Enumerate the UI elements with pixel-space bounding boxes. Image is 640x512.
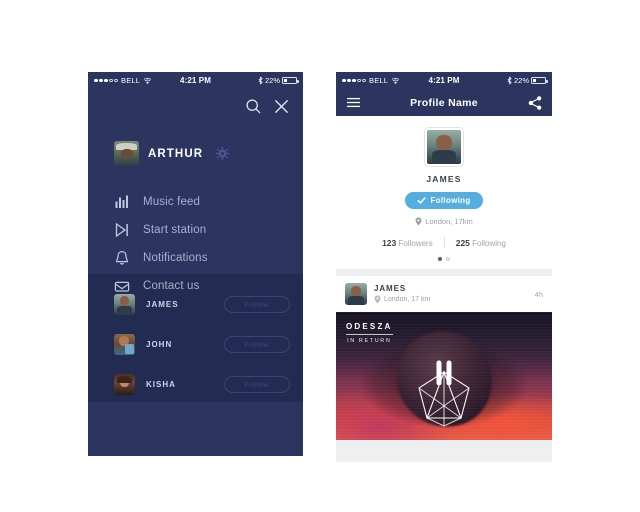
- battery-icon: [531, 76, 548, 85]
- status-bar-right: BELL 4:21 PM 22%: [336, 72, 552, 89]
- section-gutter: [336, 269, 552, 276]
- avatar-kisha: [114, 373, 135, 395]
- status-right-group: 22%: [258, 76, 299, 85]
- bluetooth-icon: [258, 76, 263, 85]
- skip-next-icon: [115, 222, 128, 238]
- stat-following-label: Following: [472, 238, 506, 248]
- close-icon[interactable]: [273, 98, 290, 115]
- share-icon[interactable]: [528, 95, 542, 110]
- profile-location-label: London, 17km: [425, 217, 473, 226]
- navigation-bar: Profile Name: [336, 89, 552, 116]
- status-bar-left: BELL 4:21 PM 22%: [88, 72, 303, 89]
- battery-percent-label: 22%: [264, 76, 280, 85]
- bell-icon: [116, 251, 128, 265]
- album-artist: ODESZA: [346, 322, 393, 331]
- menu-item-label: Music feed: [143, 196, 201, 208]
- map-pin-icon: [415, 217, 422, 226]
- menu-item-start-station[interactable]: Start station: [114, 216, 303, 244]
- envelope-icon: [114, 281, 130, 292]
- menu-item-label: Contact us: [143, 280, 200, 292]
- equalizer-icon: [115, 195, 128, 208]
- following-button-label: Following: [430, 196, 471, 205]
- screenshot-canvas: BELL 4:21 PM 22% ARTHUR Music feed Start…: [0, 0, 640, 512]
- avatar-james: [425, 128, 463, 166]
- stat-followers-label: Followers: [398, 238, 433, 248]
- profile-stats: 123 Followers 225 Following: [336, 237, 552, 248]
- album-title: IN RETURN: [347, 337, 392, 344]
- post-location: London, 17 km: [374, 295, 430, 304]
- follow-button[interactable]: Follow: [224, 335, 290, 353]
- menu-item-notifications[interactable]: Notifications: [114, 244, 303, 272]
- pagination-dot-active[interactable]: [438, 257, 442, 261]
- carousel-pagination[interactable]: [336, 257, 552, 261]
- drawer-user-name: ARTHUR: [148, 147, 204, 160]
- pagination-dot[interactable]: [446, 257, 450, 261]
- avatar-james: [114, 293, 135, 315]
- friend-name: JAMES: [146, 299, 179, 309]
- follow-button[interactable]: Follow: [224, 375, 290, 393]
- status-right-group: 22%: [507, 76, 548, 85]
- bluetooth-icon: [507, 76, 512, 85]
- stat-following-value: 225: [455, 237, 470, 248]
- stat-followers[interactable]: 123 Followers: [371, 238, 444, 248]
- album-artwork[interactable]: ODESZA IN RETURN: [336, 312, 552, 440]
- stat-following[interactable]: 225 Following: [445, 238, 517, 248]
- feed-post: JAMES London, 17 km 4h ODESZA IN RETURN: [336, 276, 552, 440]
- profile-card: JAMES Following London, 17km 123 Followe…: [336, 116, 552, 269]
- friend-list-item[interactable]: KISHA Follow: [88, 364, 303, 404]
- search-icon[interactable]: [245, 98, 262, 115]
- avatar-john: [114, 333, 135, 355]
- drawer-top-section: ARTHUR Music feed Start station Notifica…: [88, 89, 303, 292]
- avatar-james[interactable]: [345, 283, 367, 305]
- menu-item-contact-us[interactable]: Contact us: [114, 272, 303, 300]
- check-icon: [417, 197, 426, 204]
- map-pin-icon: [374, 295, 381, 304]
- drawer-user-row[interactable]: ARTHUR: [88, 123, 303, 166]
- post-meta: JAMES London, 17 km: [374, 284, 430, 304]
- following-button[interactable]: Following: [405, 192, 483, 209]
- page-title: Profile Name: [410, 96, 478, 109]
- post-location-label: London, 17 km: [384, 296, 431, 303]
- drawer-action-bar: [88, 89, 303, 123]
- menu-item-music-feed[interactable]: Music feed: [114, 188, 303, 216]
- menu-item-label: Notifications: [143, 252, 208, 264]
- phone-mockup-drawer: BELL 4:21 PM 22% ARTHUR Music feed Start…: [88, 72, 303, 456]
- battery-icon: [282, 76, 299, 85]
- profile-name: JAMES: [426, 174, 462, 184]
- battery-percent-label: 22%: [513, 76, 529, 85]
- gear-icon[interactable]: [216, 147, 230, 160]
- stat-followers-value: 123: [382, 237, 397, 248]
- friend-list-item[interactable]: JOHN Follow: [88, 324, 303, 364]
- hamburger-icon[interactable]: [346, 97, 361, 108]
- drawer-menu: Music feed Start station Notifications C…: [88, 166, 303, 300]
- profile-location: London, 17km: [336, 217, 552, 226]
- phone-mockup-profile: BELL 4:21 PM 22% Profile Name JAMES Foll…: [336, 72, 552, 462]
- album-title-wrap: IN RETURN: [346, 334, 393, 344]
- icosahedron-icon: [418, 370, 470, 427]
- post-author[interactable]: JAMES: [374, 284, 430, 293]
- post-header: JAMES London, 17 km 4h: [336, 276, 552, 312]
- avatar-arthur: [114, 141, 139, 166]
- album-label: ODESZA IN RETURN: [346, 322, 393, 344]
- menu-item-label: Start station: [143, 224, 207, 236]
- friend-name: KISHA: [146, 379, 176, 389]
- friend-name: JOHN: [146, 339, 173, 349]
- post-timestamp: 4h: [534, 289, 543, 299]
